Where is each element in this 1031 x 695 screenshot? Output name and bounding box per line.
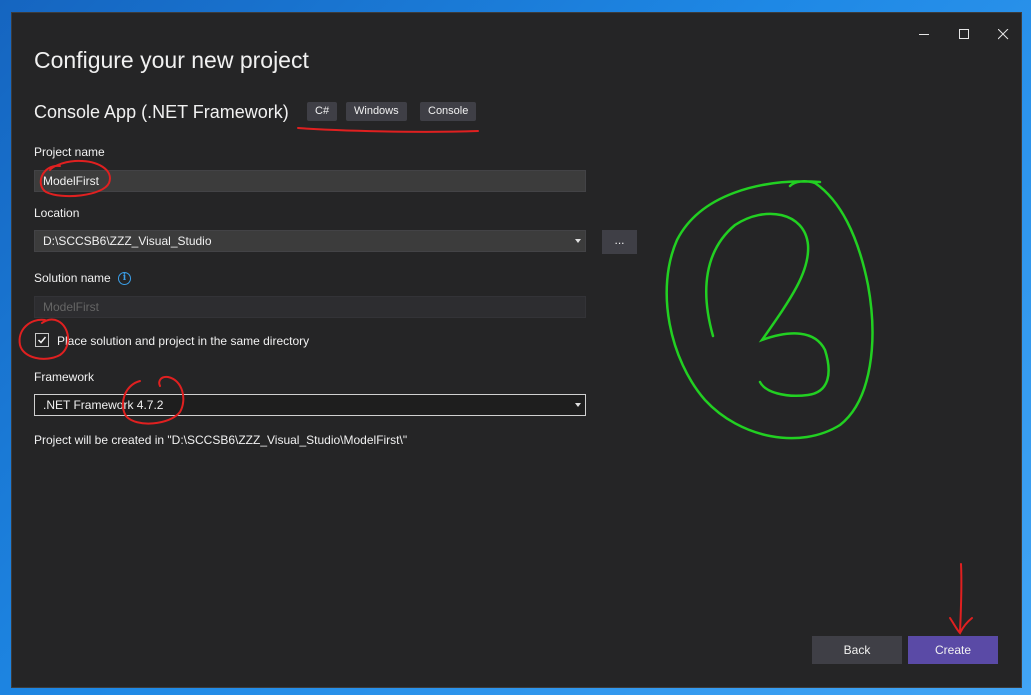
solution-name-label: Solution name [34, 271, 111, 285]
same-directory-label[interactable]: Place solution and project in the same d… [57, 334, 309, 348]
configure-project-dialog: Configure your new project Console App (… [11, 12, 1022, 688]
location-label: Location [34, 206, 80, 220]
solution-name-input: ModelFirst [34, 296, 586, 318]
tag-language: C# [307, 102, 338, 121]
browse-location-button[interactable]: ... [602, 230, 637, 254]
maximize-icon [958, 28, 969, 39]
minimize-icon [918, 33, 929, 35]
close-icon [997, 28, 1008, 39]
framework-label: Framework [34, 370, 95, 384]
framework-value: .NET Framework 4.7.2 [43, 398, 164, 412]
checkmark-icon [37, 336, 47, 344]
template-name: Console App (.NET Framework) [34, 102, 289, 122]
location-value: D:\SCCSB6\ZZZ_Visual_Studio [43, 234, 212, 248]
project-name-label: Project name [34, 145, 105, 159]
framework-combobox[interactable]: .NET Framework 4.7.2 [34, 394, 586, 416]
chevron-down-icon[interactable] [575, 239, 581, 243]
same-directory-checkbox[interactable] [35, 333, 49, 347]
dialog-title: Configure your new project [34, 47, 309, 73]
chevron-down-icon[interactable] [575, 403, 581, 407]
close-button[interactable] [988, 19, 1018, 49]
info-icon[interactable]: i [118, 272, 131, 285]
minimize-button[interactable] [909, 19, 939, 49]
project-name-input[interactable]: ModelFirst [34, 170, 586, 192]
location-combobox[interactable]: D:\SCCSB6\ZZZ_Visual_Studio [34, 230, 586, 252]
create-button[interactable]: Create [908, 636, 998, 664]
project-location-summary: Project will be created in "D:\SCCSB6\ZZ… [34, 433, 408, 447]
tag-platform: Windows [346, 102, 407, 121]
tag-project-type: Console [420, 102, 477, 121]
maximize-button[interactable] [949, 19, 979, 49]
back-button[interactable]: Back [812, 636, 902, 664]
